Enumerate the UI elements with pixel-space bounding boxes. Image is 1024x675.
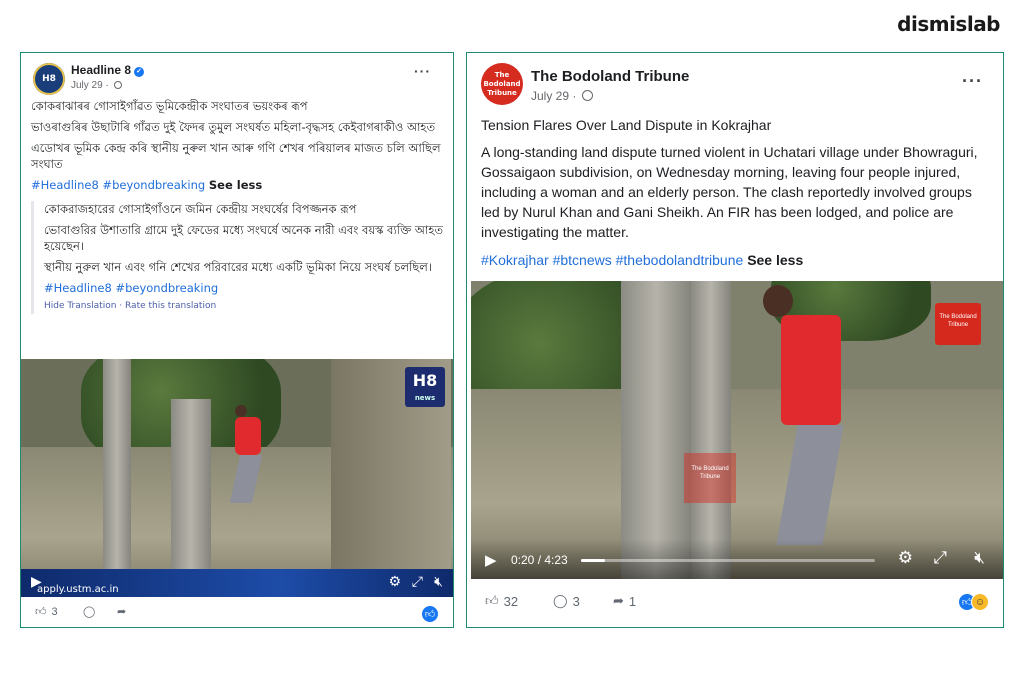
like-reaction-icon: 👍︎ bbox=[421, 605, 439, 623]
person-shirt bbox=[235, 417, 261, 455]
settings-icon[interactable]: ⚙ bbox=[898, 548, 913, 568]
dismislab-logo: dismislab bbox=[897, 12, 1000, 36]
video-controls: ▶ 0:20 / 4:23 ⚙ ⤢ 🔇︎ bbox=[471, 539, 1003, 579]
hashtags[interactable]: #Headline8 #beyondbreaking bbox=[31, 178, 205, 192]
translation-line: ভোবাগুরির উশাতারি গ্রামে দুই ফেডের মধ্যে… bbox=[44, 223, 443, 253]
bodoland-tribune-logo: The Bodoland Tribune bbox=[935, 303, 981, 345]
page-name[interactable]: The Bodoland Tribune bbox=[531, 68, 689, 85]
translation-line: কোকরাজহারের গোসাইগাঁওনে জমিন কেন্দ্রীয় … bbox=[44, 202, 357, 216]
post-text: কোকৰাঝাৰৰ গোসাইগাঁৱত ভূমিকেন্দ্ৰীক সংঘাত… bbox=[31, 98, 446, 314]
tree-trunk bbox=[171, 399, 211, 579]
h8-news-logo: H8 news bbox=[405, 367, 445, 407]
comment-count: 3 bbox=[572, 593, 580, 609]
comment-icon: ◯ bbox=[553, 593, 568, 608]
avatar[interactable]: H8 bbox=[33, 63, 65, 95]
comment-button[interactable]: ◯ bbox=[83, 605, 95, 618]
avatar-text: The Bodoland Tribune bbox=[483, 70, 521, 97]
like-count: 3 bbox=[51, 605, 58, 618]
like-count: 32 bbox=[503, 593, 519, 609]
post-bodoland-tribune: The Bodoland Tribune The Bodoland Tribun… bbox=[466, 52, 1004, 628]
see-less-button[interactable]: See less bbox=[209, 178, 262, 192]
see-less-button[interactable]: See less bbox=[747, 252, 803, 268]
person-head bbox=[763, 285, 793, 317]
post-date[interactable]: July 29 · bbox=[531, 89, 593, 103]
comment-button[interactable]: ◯ 3 bbox=[553, 593, 580, 609]
post-title: Tension Flares Over Land Dispute in Kokr… bbox=[481, 117, 772, 133]
comment-icon: ◯ bbox=[83, 606, 96, 618]
hide-translation-link[interactable]: Hide Translation · Rate this translation bbox=[44, 298, 446, 314]
video-player[interactable]: H8 news ▶ apply.ustm.ac.in ⚙ ⤢ 🔇︎ bbox=[21, 359, 453, 597]
logo-sub: news bbox=[414, 394, 436, 402]
like-button[interactable]: 👍︎ 32 bbox=[485, 593, 518, 609]
share-button[interactable]: ➦ bbox=[117, 605, 126, 618]
reactions[interactable]: 👍︎ ☺ bbox=[958, 593, 989, 611]
person-head bbox=[235, 405, 247, 417]
text-line: ভাওৰাগুৰিৰ উছাটাৰি গাঁৱত দুই ফৈদৰ তুমুল … bbox=[31, 120, 436, 134]
mute-icon[interactable]: 🔇︎ bbox=[974, 548, 985, 568]
post-body: A long-standing land dispute turned viol… bbox=[481, 144, 978, 240]
video-player[interactable]: The Bodoland Tribune The Bodoland Tribun… bbox=[471, 281, 1003, 579]
ad-banner: ▶ apply.ustm.ac.in ⚙ ⤢ 🔇︎ bbox=[21, 569, 453, 597]
text-line: এডোখৰ ভূমিক কেন্দ্ৰ কৰি স্থানীয় নুৰুল খ… bbox=[31, 141, 441, 171]
post-date-text: July 29 · bbox=[531, 89, 577, 103]
mute-icon[interactable]: 🔇︎ bbox=[434, 574, 443, 590]
translation-block: কোকরাজহারের গোসাইগাঁওনে জমিন কেন্দ্রীয় … bbox=[31, 201, 446, 314]
share-count: 1 bbox=[628, 593, 637, 609]
globe-icon bbox=[581, 90, 593, 101]
globe-icon bbox=[113, 81, 122, 89]
ad-url: apply.ustm.ac.in bbox=[37, 584, 119, 595]
thumbs-up-icon: 👍︎ bbox=[485, 593, 499, 608]
post-headline8: H8 Headline 8 ✓ July 29 · ··· কোকৰাঝাৰৰ গ… bbox=[20, 52, 454, 628]
more-options-icon[interactable]: ··· bbox=[962, 71, 983, 92]
post-date-text: July 29 · bbox=[71, 80, 109, 91]
watermark: The Bodoland Tribune bbox=[684, 453, 736, 503]
share-button[interactable]: ➦ 1 bbox=[613, 593, 636, 609]
progress-fill bbox=[581, 559, 605, 562]
text-line: কোকৰাঝাৰৰ গোসাইগাঁৱত ভূমিকেন্দ্ৰীক সংঘাত… bbox=[31, 99, 308, 113]
thumbs-up-icon: 👍︎ bbox=[35, 606, 47, 618]
video-time: 0:20 / 4:23 bbox=[511, 553, 568, 567]
play-icon[interactable]: ▶ bbox=[485, 551, 497, 569]
translation-hashtags[interactable]: #Headline8 #beyondbreaking bbox=[44, 281, 218, 295]
share-icon: ➦ bbox=[117, 606, 127, 618]
like-button[interactable]: 👍︎ 3 bbox=[35, 605, 58, 619]
person-shirt bbox=[781, 315, 841, 425]
post-header: The Bodoland Tribune The Bodoland Tribun… bbox=[467, 53, 1003, 109]
avatar-text: H8 bbox=[33, 63, 65, 95]
hashtags[interactable]: #Kokrajhar #btcnews #thebodolandtribune bbox=[481, 252, 743, 268]
haha-reaction-icon: ☺ bbox=[971, 593, 989, 611]
fullscreen-icon[interactable]: ⤢ bbox=[412, 574, 423, 590]
share-icon: ➦ bbox=[613, 593, 624, 608]
page-name-text: Headline 8 bbox=[71, 63, 132, 77]
settings-icon[interactable]: ⚙ bbox=[388, 574, 401, 590]
progress-bar[interactable] bbox=[581, 559, 875, 562]
tree-trunk bbox=[621, 281, 691, 579]
post-text: Tension Flares Over Land Dispute in Kokr… bbox=[481, 115, 991, 270]
logo-text: H8 bbox=[412, 371, 438, 390]
post-footer: 👍︎ 32 ◯ 3 ➦ 1 👍︎ ☺ bbox=[467, 587, 1003, 617]
reactions[interactable]: 👍︎ bbox=[421, 605, 439, 623]
fullscreen-icon[interactable]: ⤢ bbox=[933, 548, 947, 568]
post-date[interactable]: July 29 · bbox=[71, 80, 122, 91]
avatar[interactable]: The Bodoland Tribune bbox=[481, 63, 523, 105]
post-footer: 👍︎ 3 ◯ ➦ 👍︎ bbox=[21, 601, 453, 625]
verified-icon: ✓ bbox=[134, 67, 145, 77]
tree-trunk bbox=[691, 281, 731, 579]
tree-trunk bbox=[103, 359, 131, 569]
more-options-icon[interactable]: ··· bbox=[414, 63, 431, 79]
page-name[interactable]: Headline 8 ✓ bbox=[71, 63, 145, 77]
translation-line: স্থানীয় নুরুল খান এবং গনি শেখের পরিবারে… bbox=[44, 260, 432, 274]
